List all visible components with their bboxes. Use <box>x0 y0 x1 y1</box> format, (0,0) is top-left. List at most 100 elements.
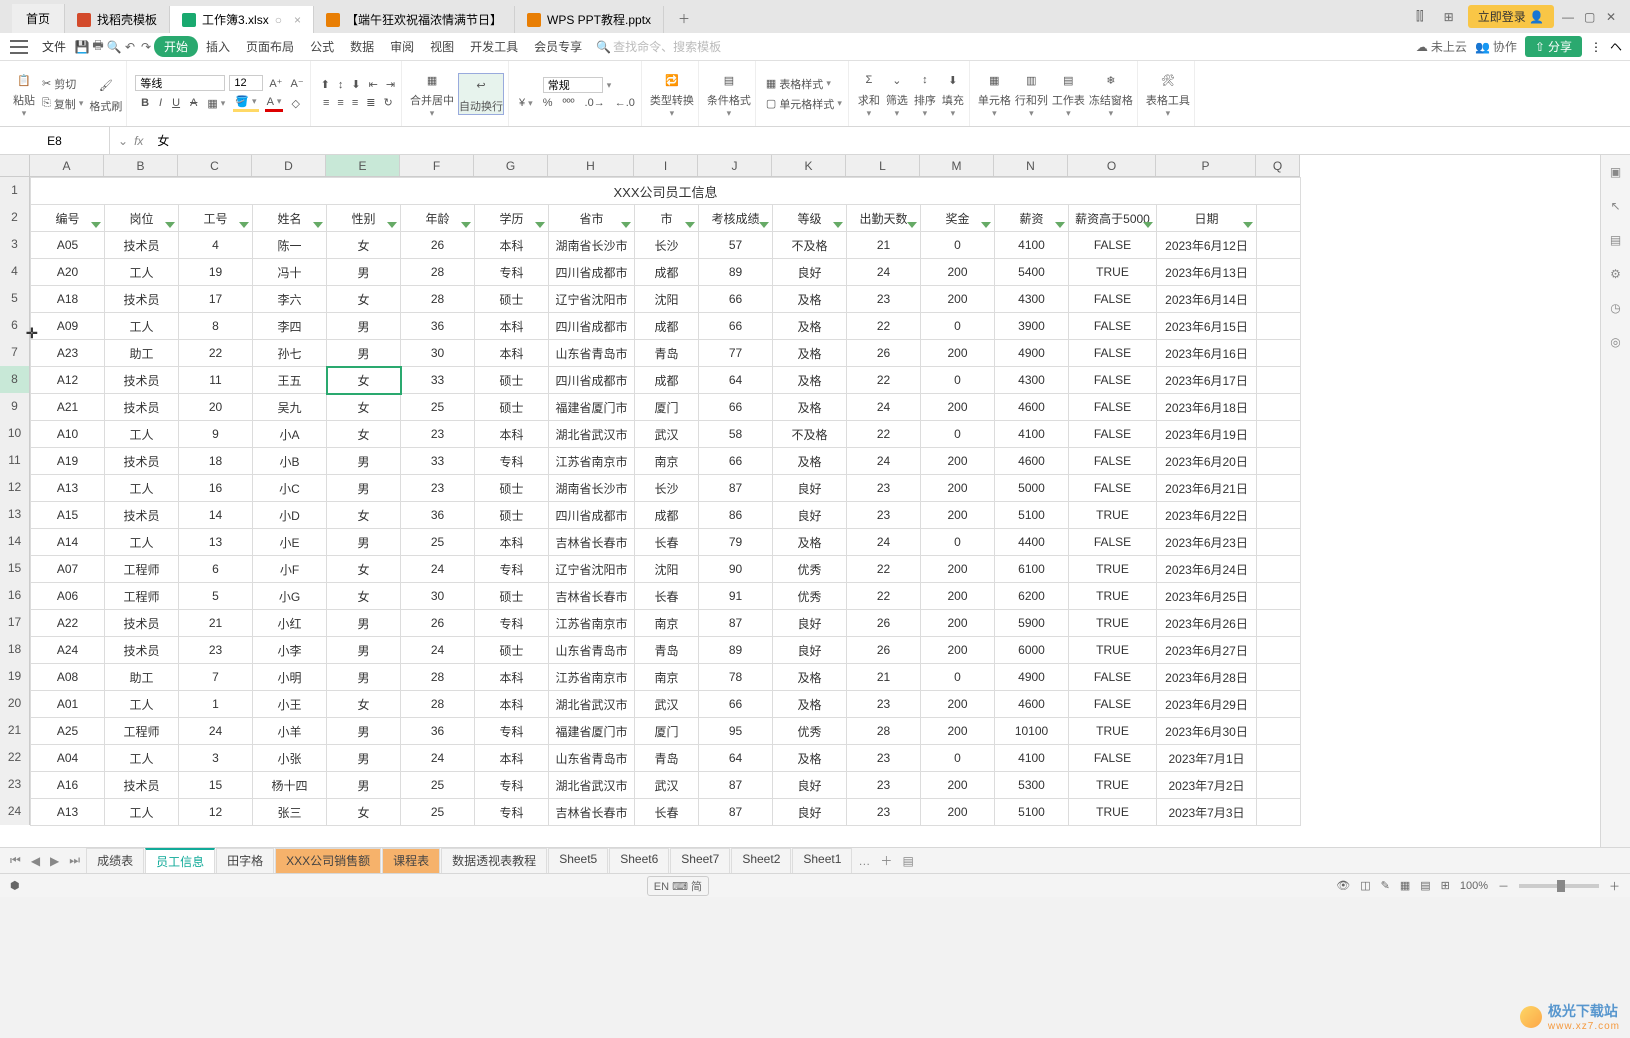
cells-button[interactable]: ▦单元格▾ <box>978 68 1011 119</box>
cell[interactable]: 专科 <box>475 718 549 745</box>
cell[interactable]: TRUE <box>1069 556 1157 583</box>
cell[interactable] <box>1257 610 1301 637</box>
cell[interactable]: 沈阳 <box>635 556 699 583</box>
cell[interactable]: 17 <box>179 286 253 313</box>
underline-icon[interactable]: U <box>170 96 182 110</box>
maximize-button[interactable]: ▢ <box>1584 10 1598 24</box>
cell[interactable]: 25 <box>401 772 475 799</box>
more-icon[interactable]: ⋮ <box>1590 40 1602 54</box>
cell[interactable]: 200 <box>921 718 995 745</box>
cell[interactable]: 长沙 <box>635 232 699 259</box>
cell[interactable]: 2023年6月12日 <box>1157 232 1257 259</box>
cell[interactable]: 男 <box>327 313 401 340</box>
row-header[interactable]: 22 <box>0 744 30 771</box>
cell[interactable]: 硕士 <box>475 286 549 313</box>
col-header-O[interactable]: O <box>1068 155 1156 176</box>
cell[interactable]: 28 <box>401 259 475 286</box>
cell[interactable]: 张三 <box>253 799 327 826</box>
dec-decimal-icon[interactable]: ←.0 <box>613 96 637 110</box>
cell[interactable]: 77 <box>699 340 773 367</box>
cell[interactable]: 男 <box>327 745 401 772</box>
bold-icon[interactable]: B <box>139 96 151 110</box>
cond-format-button[interactable]: ▤条件格式▾ <box>707 68 751 119</box>
cell[interactable] <box>1257 637 1301 664</box>
save-icon[interactable]: 💾 <box>74 39 90 55</box>
side-tool-1-icon[interactable]: ▣ <box>1610 165 1621 179</box>
tab-start[interactable]: 开始 <box>154 36 198 57</box>
layout1-icon[interactable]: ⫿⫿ <box>1410 6 1430 27</box>
cell[interactable]: 硕士 <box>475 583 549 610</box>
align-left-icon[interactable]: ≡ <box>321 95 331 110</box>
sheet-tab[interactable]: Sheet6 <box>609 848 669 873</box>
cancel-fx-icon[interactable]: ⌄ <box>118 134 128 148</box>
row-header[interactable]: 21 <box>0 717 30 744</box>
cell[interactable]: 长春 <box>635 529 699 556</box>
cell[interactable]: 厦门 <box>635 718 699 745</box>
align-middle-icon[interactable]: ↕ <box>336 77 346 92</box>
cell[interactable] <box>1257 772 1301 799</box>
cell[interactable]: 22 <box>847 583 921 610</box>
table-style-button[interactable]: ▦ 表格样式▾ <box>764 75 844 93</box>
cell[interactable]: 36 <box>401 502 475 529</box>
row-header[interactable]: 17 <box>0 609 30 636</box>
filter-dropdown-icon[interactable] <box>981 222 991 228</box>
cell[interactable]: 技术员 <box>105 232 179 259</box>
cell[interactable]: 及格 <box>773 340 847 367</box>
cell[interactable]: 吉林省长春市 <box>549 799 635 826</box>
cell[interactable]: 0 <box>921 232 995 259</box>
cell[interactable]: 2023年6月26日 <box>1157 610 1257 637</box>
column-header-cell[interactable]: 学历 <box>475 205 549 232</box>
row-header[interactable]: 24 <box>0 798 30 825</box>
cell[interactable]: 28 <box>847 718 921 745</box>
tab-view[interactable]: 视图 <box>422 38 462 55</box>
cell[interactable]: 3 <box>179 745 253 772</box>
name-box[interactable]: E8 <box>0 127 110 154</box>
cell[interactable]: 本科 <box>475 745 549 772</box>
cell[interactable]: 良好 <box>773 637 847 664</box>
cell[interactable]: A20 <box>31 259 105 286</box>
cell[interactable]: 24 <box>847 529 921 556</box>
cell[interactable]: 5900 <box>995 610 1069 637</box>
sheet-button[interactable]: ▤工作表▾ <box>1052 68 1085 119</box>
cell[interactable]: 4600 <box>995 448 1069 475</box>
cell[interactable]: 小羊 <box>253 718 327 745</box>
cell[interactable]: 山东省青岛市 <box>549 340 635 367</box>
cell[interactable]: 男 <box>327 664 401 691</box>
cell[interactable]: 20 <box>179 394 253 421</box>
rowscols-button[interactable]: ▥行和列▾ <box>1015 68 1048 119</box>
cell[interactable]: 工人 <box>105 745 179 772</box>
cell[interactable]: 福建省厦门市 <box>549 718 635 745</box>
cell[interactable]: 优秀 <box>773 556 847 583</box>
cell[interactable]: 26 <box>847 340 921 367</box>
cell[interactable]: 陈一 <box>253 232 327 259</box>
cell[interactable]: 小张 <box>253 745 327 772</box>
cell[interactable]: 2023年6月19日 <box>1157 421 1257 448</box>
cell[interactable]: 工人 <box>105 691 179 718</box>
cell[interactable]: 4400 <box>995 529 1069 556</box>
col-header-J[interactable]: J <box>698 155 772 176</box>
filter-dropdown-icon[interactable] <box>387 222 397 228</box>
cell[interactable]: 0 <box>921 664 995 691</box>
cell[interactable]: 小B <box>253 448 327 475</box>
cell[interactable]: A15 <box>31 502 105 529</box>
freeze-button[interactable]: ❄冻结窗格▾ <box>1089 68 1133 119</box>
cell[interactable]: 89 <box>699 259 773 286</box>
cell[interactable]: 28 <box>401 664 475 691</box>
cell[interactable]: 技术员 <box>105 610 179 637</box>
cell[interactable]: TRUE <box>1069 583 1157 610</box>
cell[interactable]: 男 <box>327 475 401 502</box>
cell[interactable]: 本科 <box>475 421 549 448</box>
grid-icon[interactable]: ⊞ <box>1438 7 1460 27</box>
cell[interactable]: FALSE <box>1069 664 1157 691</box>
cell[interactable]: 21 <box>847 664 921 691</box>
tab-ppt1[interactable]: 【端午狂欢祝福浓情满节日】 <box>314 6 515 33</box>
cell[interactable]: 4600 <box>995 691 1069 718</box>
filter-dropdown-icon[interactable] <box>621 222 631 228</box>
cell[interactable]: 成都 <box>635 367 699 394</box>
filter-dropdown-icon[interactable] <box>833 222 843 228</box>
cell[interactable]: 工人 <box>105 529 179 556</box>
side-tool-2-icon[interactable]: ▤ <box>1610 233 1621 247</box>
cell[interactable]: A14 <box>31 529 105 556</box>
cell[interactable]: 湖北省武汉市 <box>549 772 635 799</box>
cell[interactable]: 25 <box>401 799 475 826</box>
